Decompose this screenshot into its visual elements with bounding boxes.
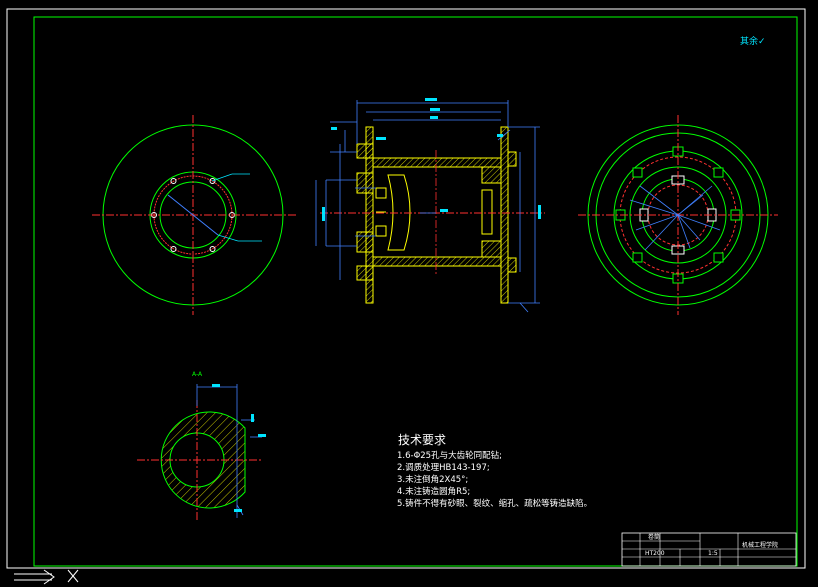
company: 机械工程学院 [742,541,778,549]
roughness-mark: 其余✓ [740,35,766,47]
material: HT200 [645,550,665,557]
part-name: 卷筒 [648,533,660,541]
tech-title: 技术要求 [398,433,446,447]
svg-text:其余✓: 其余✓ [740,35,766,47]
tech-line-3: 3.未注倒角2X45°; [397,474,468,485]
cad-drawing-canvas[interactable]: 其余✓ A-A 技术要求 1.6-Φ25孔与大齿轮同配钻; 2.调质处理HB14… [0,0,818,587]
tech-line-2: 2.调质处理HB143-197; [397,462,490,473]
tech-line-4: 4.未注铸造圆角R5; [397,486,470,497]
tech-line-5: 5.铸件不得有砂眼、裂纹、缩孔、疏松等铸造缺陷。 [397,498,592,509]
tech-line-1: 1.6-Φ25孔与大齿轮同配钻; [397,450,502,461]
svg-text:A-A: A-A [192,371,203,378]
scale: 1:5 [708,550,718,557]
